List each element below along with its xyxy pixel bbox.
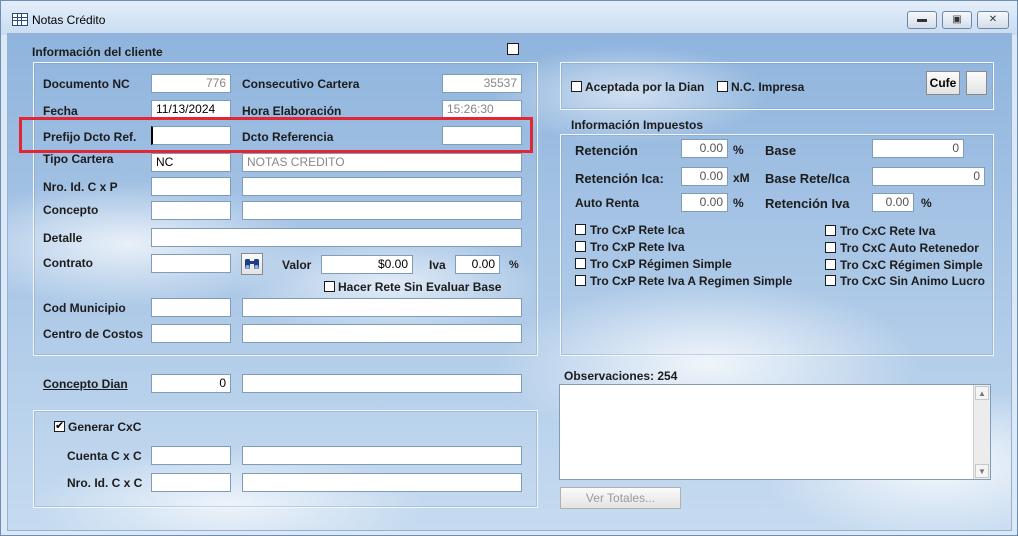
concepto-dian-desc-field — [242, 374, 522, 393]
retencion-iva-field[interactable]: 0.00 — [872, 193, 914, 212]
consecutivo-cartera-field[interactable]: 35537 — [442, 74, 522, 93]
nc-impresa-checkbox[interactable] — [717, 81, 728, 92]
aceptada-dian-checkbox[interactable] — [571, 81, 582, 92]
minimize-button[interactable]: ▬ — [907, 11, 937, 29]
tro-cxc-auto-retenedor-checkbox[interactable] — [825, 242, 836, 253]
tipo-cartera-desc-field: NOTAS CREDITO — [242, 153, 522, 172]
retencion-ica-field[interactable]: 0.00 — [681, 167, 728, 186]
documento-nc-field[interactable]: 776 — [151, 74, 231, 93]
detalle-label: Detalle — [43, 231, 83, 245]
tro-cxp-rete-iva-regimen-label: Tro CxP Rete Iva A Regimen Simple — [590, 274, 793, 288]
table-icon — [12, 13, 28, 26]
retencion-label: Retención — [575, 143, 638, 158]
ver-totales-button[interactable]: Ver Totales... — [560, 487, 681, 509]
cod-municipio-desc-field — [242, 298, 522, 317]
nro-id-cxc-label: Nro. Id. C x C — [67, 476, 143, 490]
generar-cxc-label: Generar CxC — [68, 420, 142, 434]
scroll-down-icon[interactable]: ▼ — [975, 464, 989, 478]
documento-nc-label: Documento NC — [43, 77, 130, 91]
tipo-cartera-label: Tipo Cartera — [43, 152, 114, 166]
cliente-section-title: Información del cliente — [32, 45, 163, 59]
impuestos-section-title: Información Impuestos — [571, 118, 704, 132]
retencion-iva-percent: % — [921, 196, 932, 210]
iva-label: Iva — [429, 258, 446, 272]
tro-cxp-rete-iva-label: Tro CxP Rete Iva — [590, 240, 685, 254]
valor-label: Valor — [282, 258, 312, 272]
base-rete-ica-label: Base Rete/Ica — [765, 171, 850, 186]
base-field[interactable]: 0 — [872, 139, 964, 158]
cuenta-cxc-desc-field — [242, 446, 522, 465]
iva-percent-label: % — [509, 259, 519, 271]
hacer-rete-label: Hacer Rete Sin Evaluar Base — [338, 280, 502, 294]
tro-cxp-regimen-simple-checkbox[interactable] — [575, 258, 586, 269]
centro-costos-field[interactable] — [151, 324, 231, 343]
concepto-dian-field[interactable]: 0 — [151, 374, 231, 393]
tro-cxc-rete-iva-label: Tro CxC Rete Iva — [840, 224, 936, 238]
generar-cxc-checkbox[interactable] — [54, 419, 65, 432]
contrato-field[interactable] — [151, 254, 231, 273]
nro-id-cxp-field[interactable] — [151, 177, 231, 196]
retencion-field[interactable]: 0.00 — [681, 139, 728, 158]
tro-cxc-regimen-simple-label: Tro CxC Régimen Simple — [840, 258, 983, 272]
cufe-extra-button[interactable] — [966, 71, 987, 95]
binoculars-icon — [245, 259, 259, 269]
concepto-dian-link[interactable]: Concepto Dian — [43, 377, 128, 391]
window-title: Notas Crédito — [32, 13, 106, 27]
cod-municipio-label: Cod Municipio — [43, 301, 126, 315]
tro-cxp-rete-iva-regimen-checkbox[interactable] — [575, 275, 586, 286]
retencion-ica-label: Retención Ica: — [575, 171, 664, 186]
tro-cxp-rete-ica-checkbox[interactable] — [575, 224, 586, 235]
hora-elaboracion-label: Hora Elaboración — [242, 104, 342, 118]
fecha-label: Fecha — [43, 104, 78, 118]
cod-municipio-field[interactable] — [151, 298, 231, 317]
observaciones-textarea[interactable]: ▲ ▼ — [559, 384, 991, 480]
retencion-ica-xm: xM — [733, 171, 750, 185]
observaciones-label: Observaciones: 254 — [564, 369, 678, 383]
concepto-field[interactable] — [151, 201, 231, 220]
tro-cxp-rete-iva-checkbox[interactable] — [575, 241, 586, 252]
cufe-button[interactable]: Cufe — [926, 71, 960, 95]
restore-button[interactable]: ▣ — [942, 11, 972, 29]
base-label: Base — [765, 143, 797, 158]
tro-cxp-regimen-simple-label: Tro CxP Régimen Simple — [590, 257, 732, 271]
tro-cxc-regimen-simple-checkbox[interactable] — [825, 259, 836, 270]
nro-id-cxp-label: Nro. Id. C x P — [43, 180, 118, 194]
contrato-label: Contrato — [43, 256, 93, 270]
retencion-percent: % — [733, 143, 744, 157]
tro-cxc-sin-animo-lucro-checkbox[interactable] — [825, 275, 836, 286]
cuenta-cxc-field[interactable] — [151, 446, 231, 465]
consecutivo-cartera-label: Consecutivo Cartera — [242, 77, 360, 91]
observaciones-scrollbar[interactable]: ▲ ▼ — [973, 385, 990, 479]
auto-renta-percent: % — [733, 196, 744, 210]
close-button[interactable]: ✕ — [977, 11, 1009, 29]
contrato-search-button[interactable] — [241, 253, 263, 275]
title-bar[interactable]: Notas Crédito ▬ ▣ ✕ — [1, 1, 1017, 35]
highlight-box — [19, 117, 533, 153]
tro-cxc-rete-iva-checkbox[interactable] — [825, 225, 836, 236]
cuenta-cxc-label: Cuenta C x C — [67, 449, 142, 463]
iva-field[interactable]: 0.00 — [455, 255, 500, 274]
detalle-field[interactable] — [151, 228, 522, 247]
centro-costos-desc-field — [242, 324, 522, 343]
centro-costos-label: Centro de Costos — [43, 327, 144, 341]
tipo-cartera-code-field[interactable]: NC — [151, 153, 231, 172]
nro-id-cxc-field[interactable] — [151, 473, 231, 492]
scroll-up-icon[interactable]: ▲ — [975, 386, 989, 400]
base-rete-ica-field[interactable]: 0 — [872, 167, 985, 186]
auto-renta-field[interactable]: 0.00 — [681, 193, 728, 212]
retencion-iva-label: Retención Iva — [765, 196, 850, 211]
valor-field[interactable]: $0.00 — [321, 255, 413, 274]
tro-cxp-rete-ica-label: Tro CxP Rete Ica — [590, 223, 685, 237]
tro-cxc-sin-animo-lucro-label: Tro CxC Sin Animo Lucro — [840, 274, 985, 288]
aceptada-dian-label: Aceptada por la Dian — [585, 80, 705, 94]
tro-cxc-auto-retenedor-label: Tro CxC Auto Retenedor — [840, 241, 979, 255]
nro-id-cxc-desc-field — [242, 473, 522, 492]
cliente-section-checkbox[interactable] — [507, 43, 519, 55]
auto-renta-label: Auto Renta — [575, 196, 639, 210]
nro-id-cxp-desc-field — [242, 177, 522, 196]
concepto-label: Concepto — [43, 203, 99, 217]
nc-impresa-label: N.C. Impresa — [731, 80, 805, 94]
hacer-rete-checkbox[interactable] — [324, 281, 335, 292]
concepto-desc-field — [242, 201, 522, 220]
